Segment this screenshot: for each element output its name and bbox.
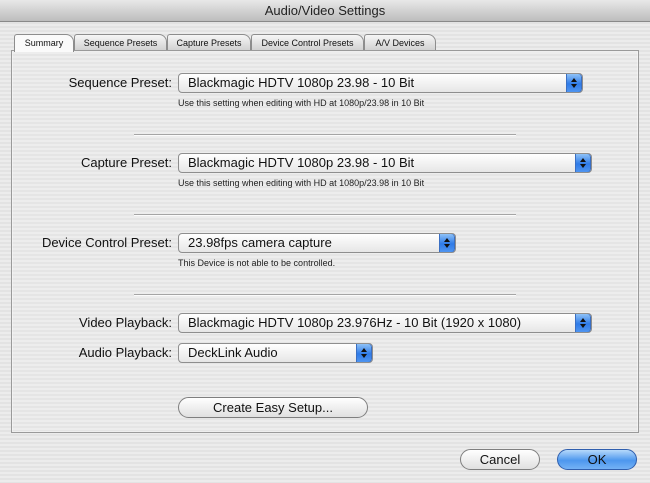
sequence-preset-value: Blackmagic HDTV 1080p 23.98 - 10 Bit: [188, 75, 415, 90]
cancel-button[interactable]: Cancel: [460, 449, 540, 470]
separator: [134, 134, 516, 136]
ok-button[interactable]: OK: [557, 449, 637, 470]
audio-playback-value: DeckLink Audio: [188, 345, 278, 360]
sequence-preset-popup[interactable]: Blackmagic HDTV 1080p 23.98 - 10 Bit: [178, 73, 583, 93]
popup-arrows-icon: [356, 344, 372, 362]
capture-preset-popup[interactable]: Blackmagic HDTV 1080p 23.98 - 10 Bit: [178, 153, 592, 173]
tab-device-control-presets[interactable]: Device Control Presets: [251, 34, 364, 51]
popup-arrows-icon: [575, 314, 591, 332]
separator: [134, 294, 516, 296]
tab-av-devices[interactable]: A/V Devices: [364, 34, 436, 51]
tab-capture-presets[interactable]: Capture Presets: [167, 34, 251, 51]
tab-summary[interactable]: Summary: [14, 34, 74, 52]
popup-arrows-icon: [439, 234, 455, 252]
popup-arrows-icon: [566, 74, 582, 92]
popup-arrows-icon: [575, 154, 591, 172]
audio-playback-popup[interactable]: DeckLink Audio: [178, 343, 373, 363]
create-easy-setup-button[interactable]: Create Easy Setup...: [178, 397, 368, 418]
window-title: Audio/Video Settings: [0, 0, 650, 22]
audio-video-settings-window: Audio/Video Settings Summary Sequence Pr…: [0, 0, 650, 483]
device-control-preset-value: 23.98fps camera capture: [188, 235, 332, 250]
audio-playback-label: Audio Playback:: [78, 345, 172, 360]
device-control-preset-popup[interactable]: 23.98fps camera capture: [178, 233, 456, 253]
device-control-preset-note: This Device is not able to be controlled…: [178, 258, 336, 268]
sequence-preset-label: Sequence Preset:: [68, 75, 172, 90]
video-playback-value: Blackmagic HDTV 1080p 23.976Hz - 10 Bit …: [188, 315, 522, 330]
separator: [134, 214, 516, 216]
summary-panel: Sequence Preset: Blackmagic HDTV 1080p 2…: [11, 50, 639, 433]
capture-preset-note: Use this setting when editing with HD at…: [178, 178, 425, 188]
sequence-preset-note: Use this setting when editing with HD at…: [178, 98, 425, 108]
video-playback-label: Video Playback:: [79, 315, 172, 330]
capture-preset-label: Capture Preset:: [80, 155, 172, 170]
capture-preset-value: Blackmagic HDTV 1080p 23.98 - 10 Bit: [188, 155, 415, 170]
tab-sequence-presets[interactable]: Sequence Presets: [74, 34, 167, 51]
video-playback-popup[interactable]: Blackmagic HDTV 1080p 23.976Hz - 10 Bit …: [178, 313, 592, 333]
device-control-preset-label: Device Control Preset:: [41, 235, 172, 250]
